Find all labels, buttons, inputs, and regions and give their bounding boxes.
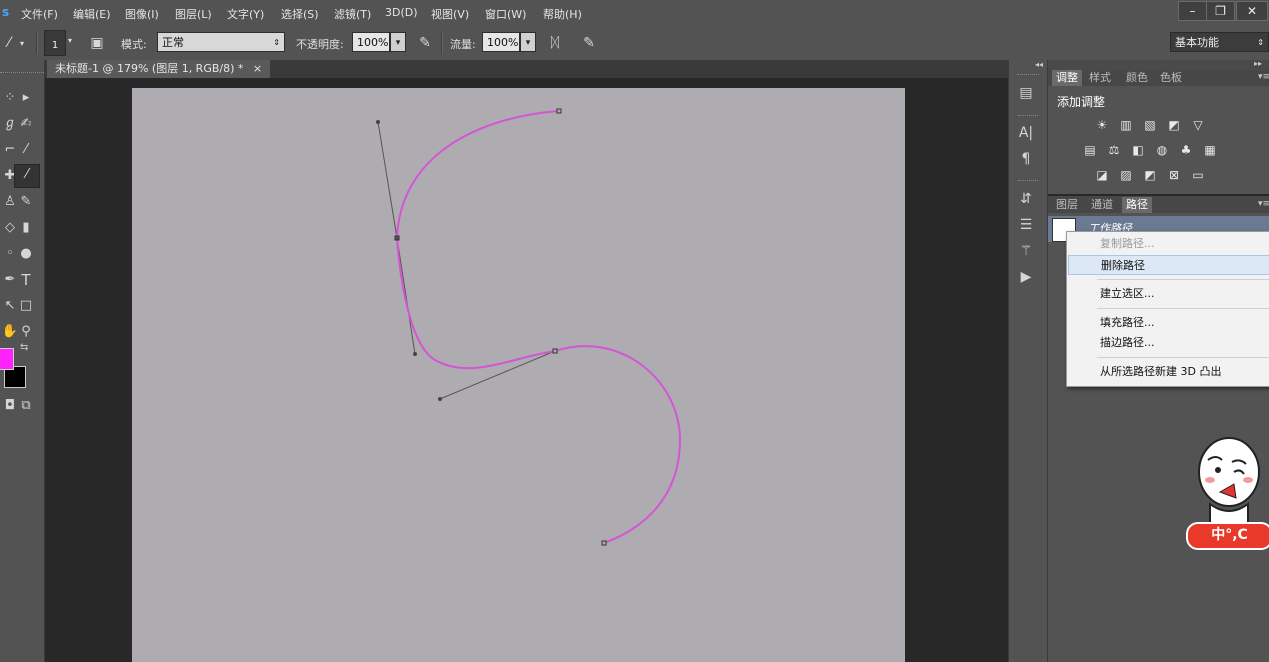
paragraph-panel-icon[interactable]: ¶ — [1012, 148, 1040, 170]
direction-line — [439, 350, 556, 400]
color-lookup-icon[interactable]: ▦ — [1202, 143, 1218, 157]
anchor-point[interactable] — [394, 235, 400, 241]
dock-grip[interactable] — [1018, 115, 1038, 117]
panel-menu-icon[interactable]: ▾≡ — [1258, 72, 1269, 82]
history-panel-icon[interactable]: ▤ — [1012, 82, 1040, 104]
selective-color-icon[interactable]: ⊠ — [1166, 168, 1182, 182]
curves-icon[interactable]: ▧ — [1142, 118, 1158, 132]
dock-grip[interactable] — [1017, 74, 1039, 76]
menu-item-stroke-path[interactable]: 描边路径... — [1068, 333, 1268, 353]
actions-panel-icon[interactable]: ▶ — [1012, 266, 1040, 288]
menu-separator — [1097, 308, 1269, 309]
direction-point[interactable] — [376, 120, 380, 124]
exposure-icon[interactable]: ◩ — [1166, 118, 1182, 132]
hue-saturation-icon[interactable]: ▤ — [1082, 143, 1098, 157]
character-panel-icon[interactable]: A| — [1012, 122, 1040, 144]
mascot-badge-text: 中°,C — [1186, 522, 1269, 550]
direction-line — [396, 237, 416, 355]
clone-source-panel-icon[interactable]: ⚚ — [1012, 240, 1040, 262]
threshold-icon[interactable]: ◩ — [1142, 168, 1158, 182]
menu-item-fill-path[interactable]: 填充路径... — [1068, 313, 1268, 333]
collapse-dock-icon[interactable]: ◂◂ — [1035, 60, 1043, 69]
direction-point[interactable] — [413, 352, 417, 356]
anchor-point[interactable] — [552, 348, 558, 354]
black-white-icon[interactable]: ◧ — [1130, 143, 1146, 157]
panel-header-strip: ▸▸ — [1048, 59, 1269, 70]
vibrance-icon[interactable]: ▽ — [1190, 118, 1206, 132]
anchor-point[interactable] — [556, 108, 562, 114]
panel-menu-icon[interactable]: ▾≡ — [1258, 199, 1269, 209]
tab-paths[interactable]: 路径 — [1122, 197, 1152, 213]
tab-color[interactable]: 颜色 — [1122, 70, 1152, 86]
tab-adjustments[interactable]: 调整 — [1052, 70, 1082, 86]
dock-grip[interactable] — [1018, 180, 1038, 182]
direction-point[interactable] — [438, 397, 442, 401]
menu-item-delete-path[interactable]: 删除路径 — [1068, 255, 1269, 275]
path-context-menu: 复制路径... 删除路径 建立选区... 填充路径... 描边路径... 从所选… — [1066, 231, 1269, 387]
mascot-sticker: 中°,C — [1186, 432, 1269, 552]
brightness-contrast-icon[interactable]: ☀ — [1094, 118, 1110, 132]
color-balance-icon[interactable]: ⚖ — [1106, 143, 1122, 157]
invert-icon[interactable]: ◪ — [1094, 168, 1110, 182]
channel-mixer-icon[interactable]: ♣ — [1178, 143, 1194, 157]
photo-filter-icon[interactable]: ◍ — [1154, 143, 1170, 157]
menu-separator — [1097, 357, 1269, 358]
tab-swatches[interactable]: 色板 — [1156, 70, 1186, 86]
anchor-point[interactable] — [601, 540, 607, 546]
work-path-curve[interactable] — [395, 110, 682, 544]
tab-layers[interactable]: 图层 — [1052, 197, 1082, 213]
posterize-icon[interactable]: ▨ — [1118, 168, 1134, 182]
history-brush-panel-icon[interactable]: ⇵ — [1012, 188, 1040, 210]
expand-panels-icon[interactable]: ▸▸ — [1254, 59, 1262, 68]
levels-icon[interactable]: ▥ — [1118, 118, 1134, 132]
tab-channels[interactable]: 通道 — [1087, 197, 1117, 213]
menu-separator — [1097, 279, 1269, 280]
brush-presets-panel-icon[interactable]: ☰ — [1012, 214, 1040, 236]
tab-styles[interactable]: 样式 — [1085, 70, 1115, 86]
direction-line — [377, 121, 398, 239]
menu-item-make-selection[interactable]: 建立选区... — [1068, 284, 1268, 304]
menu-item-new-3d-extrusion[interactable]: 从所选路径新建 3D 凸出 — [1068, 362, 1268, 382]
menu-item-duplicate-path[interactable]: 复制路径... — [1068, 234, 1268, 254]
adjustments-panel: 调整 样式 颜色 色板 ▾≡ 添加调整 ☀ ▥ ▧ ◩ ▽ ▤ ⚖ ◧ ◍ ♣ … — [1048, 70, 1269, 194]
add-adjustment-title: 添加调整 — [1057, 95, 1106, 109]
gradient-map-icon[interactable]: ▭ — [1190, 168, 1206, 182]
